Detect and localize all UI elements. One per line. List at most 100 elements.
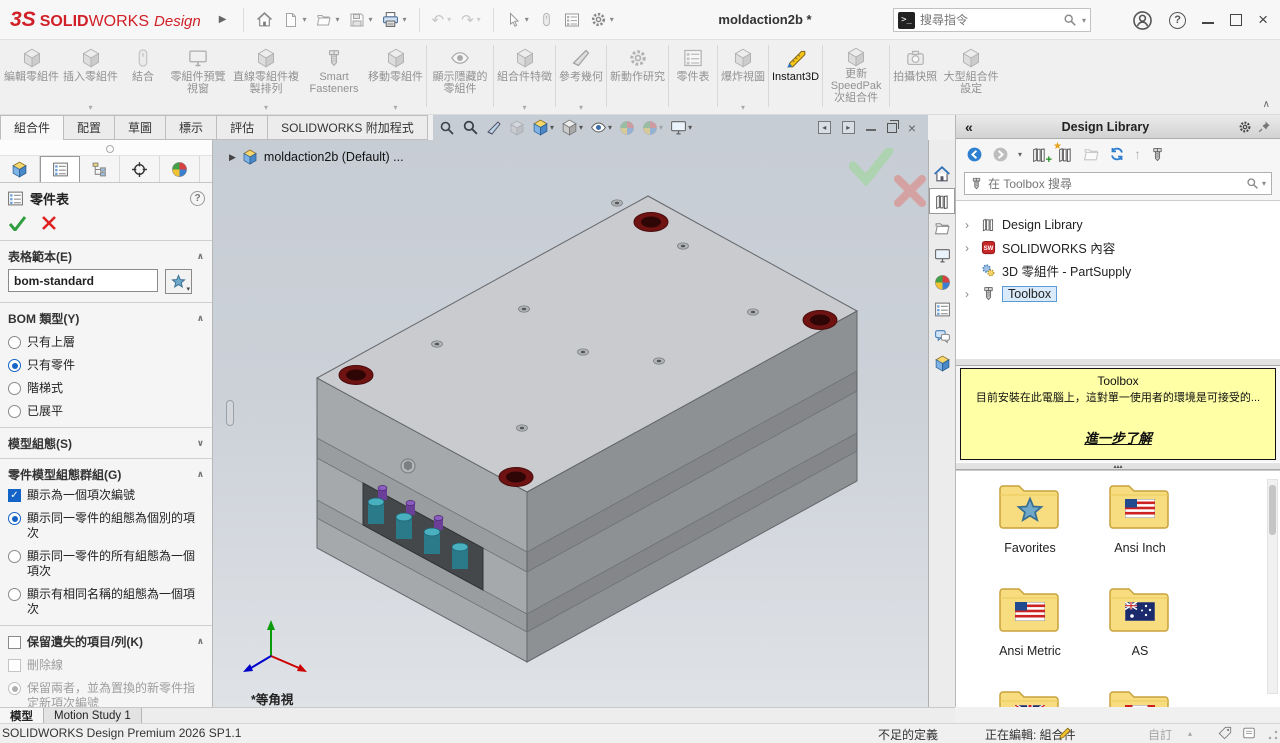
back-icon[interactable] [966, 146, 983, 163]
bom-template-input[interactable] [8, 269, 158, 292]
task-list-button[interactable] [559, 8, 585, 32]
menu-expand-icon[interactable]: ▶ [219, 14, 227, 25]
file-explorer-tab-icon[interactable] [929, 215, 955, 241]
pin-icon[interactable] [1258, 120, 1271, 133]
tree-splitter-handle[interactable] [226, 400, 234, 426]
flyout-feature-tree[interactable]: ▶ moldaction2b (Default) ... [229, 149, 404, 165]
tree-item-toolbox[interactable]: ›Toolbox [960, 282, 1276, 305]
zoom-fit-icon[interactable] [439, 120, 455, 136]
radio-parts-only[interactable]: 只有零件 [8, 358, 204, 373]
doc-restore-icon[interactable] [887, 123, 897, 133]
resources-tab-icon[interactable] [929, 350, 955, 376]
view-orientation-icon[interactable]: ▾ [532, 119, 554, 136]
add-to-library-icon[interactable]: + [1031, 146, 1048, 163]
custom-properties-tab-icon[interactable] [929, 296, 955, 322]
toolbox-search-input[interactable] [988, 177, 1241, 191]
view-settings-icon[interactable]: ▾ [670, 119, 692, 136]
hide-show-items-icon[interactable]: ▾ [590, 119, 612, 136]
panel-splitter[interactable] [0, 140, 212, 156]
radio-same-name-configs-as-one-item[interactable]: 顯示有相同名稱的組態為一個項次 [8, 587, 204, 617]
expand-icon[interactable]: ∨ [197, 438, 204, 449]
tab-assembly[interactable]: 組合件 [0, 115, 64, 140]
maximize-button[interactable] [1230, 14, 1242, 26]
forum-tab-icon[interactable] [929, 323, 955, 349]
scrollbar-thumb[interactable] [1269, 485, 1276, 535]
tree-item-solidworks-content[interactable]: ›SOLIDWORKS 內容 [960, 236, 1276, 259]
tree-item-partsupply[interactable]: 3D 零組件 - PartSupply [960, 259, 1276, 282]
doc-minimize-icon[interactable] [866, 125, 876, 131]
dimxpertmanager-tab[interactable] [120, 156, 160, 182]
comment-icon[interactable] [1242, 726, 1256, 740]
account-icon[interactable] [1132, 10, 1153, 31]
collapse-icon[interactable]: ∧ [197, 469, 204, 480]
cancel-button[interactable] [42, 216, 56, 230]
search-caret[interactable]: ▾ [1262, 179, 1266, 188]
search-scope-caret[interactable]: ▾ [1082, 16, 1086, 25]
confirm-ok-icon[interactable] [849, 148, 893, 186]
collapse-icon[interactable]: ∧ [197, 251, 204, 262]
ok-button[interactable] [9, 216, 26, 231]
panel-collapse-icon[interactable]: « [965, 119, 973, 135]
tab-motion-study-1[interactable]: Motion Study 1 [44, 708, 142, 723]
refresh-icon[interactable] [1109, 146, 1125, 162]
checkbox-single-item-number[interactable]: ✓顯示為一個項次編號 [8, 488, 204, 503]
pane-splitter[interactable]: ▴▴▴ [956, 462, 1280, 470]
displaymanager-tab[interactable] [160, 156, 200, 182]
tab-evaluate[interactable]: 評估 [216, 115, 268, 140]
new-file-button[interactable]: ▾ [278, 8, 311, 32]
zoom-area-icon[interactable] [462, 119, 479, 136]
command-search-input[interactable] [920, 13, 1058, 27]
tag-icon[interactable] [1218, 726, 1232, 740]
open-file-button[interactable]: ▾ [311, 8, 344, 32]
ribbon-instant3d-button[interactable]: Instant3D [770, 44, 821, 112]
dock-left-icon[interactable]: ◂ [818, 121, 831, 134]
resize-grip[interactable] [1268, 730, 1278, 740]
collapse-icon[interactable]: ∧ [197, 636, 204, 647]
mouse-gestures-button[interactable] [534, 8, 559, 31]
propertymanager-tab[interactable] [40, 156, 80, 182]
tab-layout[interactable]: 配置 [63, 115, 115, 140]
radio-top-level-only[interactable]: 只有上層 [8, 335, 204, 350]
print-button[interactable]: ▾ [377, 7, 411, 32]
folder-ansi-metric[interactable]: Ansi Metric [974, 584, 1086, 658]
help-icon[interactable]: ? [190, 191, 205, 206]
panel-options-gear-icon[interactable] [1238, 120, 1252, 134]
tree-item-design-library[interactable]: ›Design Library [960, 213, 1276, 236]
mold-assembly-model[interactable] [213, 140, 928, 707]
view-palette-tab-icon[interactable] [929, 242, 955, 268]
radio-all-configs-as-one-item[interactable]: 顯示同一零件的所有組態為一個項次 [8, 549, 204, 579]
graphics-area[interactable]: ▶ moldaction2b (Default) ... *等角視 [213, 140, 928, 707]
open-template-button[interactable]: ▾ [165, 269, 192, 294]
select-tool-button[interactable]: ▾ [501, 8, 534, 32]
tab-markup[interactable]: 標示 [165, 115, 217, 140]
collapse-icon[interactable]: ∧ [197, 313, 204, 324]
pane-splitter[interactable] [956, 358, 1280, 366]
doc-close-icon[interactable]: × [908, 123, 916, 133]
folder-favorites[interactable]: Favorites [974, 481, 1086, 555]
help-icon[interactable]: ? [1169, 12, 1186, 29]
featuremanager-tab[interactable] [0, 156, 40, 182]
dock-right-icon[interactable]: ▸ [842, 121, 855, 134]
learn-more-link[interactable]: 進一步了解 [1084, 427, 1152, 447]
design-library-tab-icon[interactable] [929, 188, 955, 214]
radio-flattened[interactable]: 已展平 [8, 404, 204, 419]
command-search[interactable]: >_ ▾ [893, 8, 1091, 32]
toolbox-config-icon[interactable] [1150, 147, 1165, 162]
appearances-tab-icon[interactable] [929, 269, 955, 295]
toolbox-search[interactable]: ▾ [964, 172, 1272, 195]
confirm-cancel-icon[interactable] [893, 174, 927, 208]
radio-indented[interactable]: 階梯式 [8, 381, 204, 396]
configurationmanager-tab[interactable] [80, 156, 120, 182]
ribbon-collapse-icon[interactable]: ∧ [1263, 99, 1270, 110]
history-caret[interactable]: ▾ [1018, 150, 1022, 159]
expand-arrow-icon[interactable]: ▶ [229, 152, 236, 163]
folder-cisc[interactable] [1084, 687, 1196, 707]
minimize-button[interactable] [1202, 17, 1214, 24]
tab-model[interactable]: 模型 [0, 708, 44, 723]
close-button[interactable]: × [1258, 14, 1268, 26]
search-icon[interactable] [1063, 13, 1077, 27]
home-button[interactable] [251, 7, 278, 32]
options-button[interactable]: ▾ [585, 7, 619, 32]
radio-configs-as-separate-items[interactable]: 顯示同一零件的組態為個別的項次 [8, 511, 204, 541]
folder-as[interactable]: AS [1084, 584, 1196, 658]
